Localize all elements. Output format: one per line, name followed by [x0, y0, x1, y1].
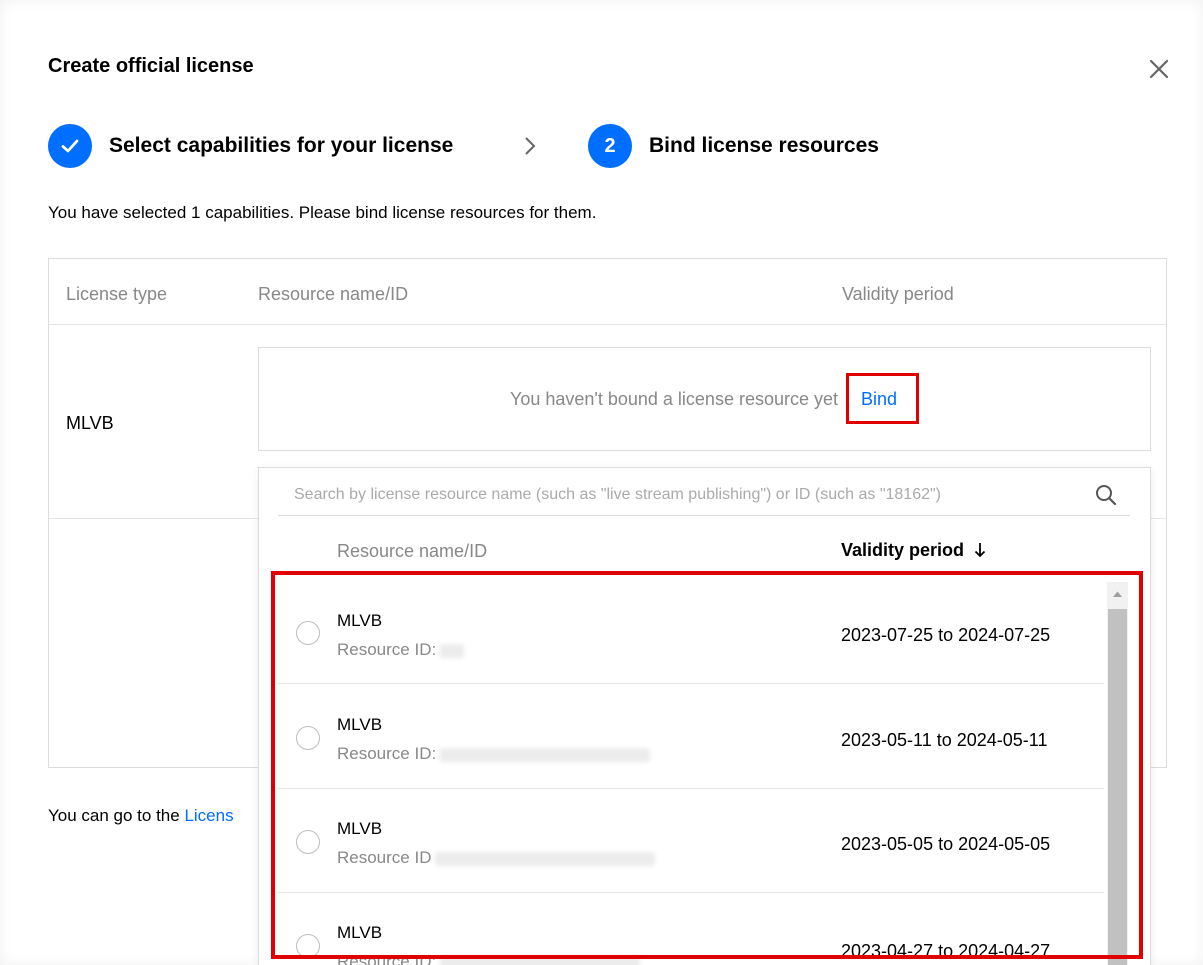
resource-radio[interactable] — [296, 934, 320, 958]
step-2-number: 2 — [588, 124, 632, 168]
stepper: Select capabilities for your license 2 B… — [48, 124, 948, 168]
table-header-divider — [49, 324, 1166, 325]
resource-id-label: Resource ID: — [337, 744, 437, 763]
resource-id: Resource ID: — [337, 952, 641, 965]
resource-id-redacted — [440, 747, 651, 762]
resource-row[interactable]: MLVB Resource ID: 2023-04-27 to 2024-04-… — [277, 893, 1104, 965]
resource-id: Resource ID: — [337, 640, 465, 660]
table-row-divider — [49, 518, 259, 519]
resource-radio[interactable] — [296, 830, 320, 854]
table-row-divider-right — [1151, 518, 1167, 519]
resource-id: Resource ID: — [337, 744, 651, 764]
license-type-cell: MLVB — [66, 413, 114, 433]
resource-search-input[interactable] — [278, 475, 1078, 515]
resource-radio[interactable] — [296, 621, 320, 645]
th-license-type: License type — [66, 284, 168, 304]
resource-list: MLVB Resource ID: 2023-07-25 to 2024-07-… — [277, 580, 1104, 965]
th-validity-period: Validity period — [842, 284, 954, 304]
footer-text: You can go to the Licens — [48, 806, 234, 826]
search-underline — [278, 515, 1130, 516]
resource-row[interactable]: MLVB Resource ID: 2023-05-11 to 2024-05-… — [277, 685, 1104, 789]
step-1-check-icon — [48, 124, 92, 168]
resource-validity: 2023-05-05 to 2024-05-05 — [841, 834, 1051, 854]
resource-validity: 2023-04-27 to 2024-04-27 — [841, 941, 1051, 961]
scrollbar-thumb[interactable] — [1108, 609, 1127, 965]
resource-id-redacted — [440, 955, 641, 965]
close-icon[interactable] — [1148, 58, 1170, 80]
resource-id-label: Resource ID: — [337, 640, 437, 659]
dropdown-th-validity[interactable]: Validity period — [841, 540, 988, 561]
th-resource-name: Resource name/ID — [258, 284, 409, 304]
intro-text: You have selected 1 capabilities. Please… — [48, 203, 597, 222]
bind-link[interactable]: Bind — [861, 389, 897, 410]
sort-down-arrow-icon — [974, 543, 986, 558]
resource-radio[interactable] — [296, 726, 320, 750]
resource-name: MLVB — [337, 715, 383, 734]
resource-validity: 2023-05-11 to 2024-05-11 — [841, 730, 1048, 750]
resource-validity: 2023-07-25 to 2024-07-25 — [841, 625, 1051, 645]
dialog-title: Create official license — [48, 55, 254, 77]
dropdown-th-name: Resource name/ID — [337, 541, 488, 561]
resource-id-redacted — [435, 851, 656, 866]
step-2-label: Bind license resources — [649, 134, 879, 157]
resource-row[interactable]: MLVB Resource ID 2023-05-05 to 2024-05-0… — [277, 789, 1104, 893]
resource-id-label: Resource ID: — [337, 952, 437, 965]
resource-id-label: Resource ID — [337, 848, 432, 867]
footer-prefix: You can go to the — [48, 806, 180, 825]
resource-row[interactable]: MLVB Resource ID: 2023-07-25 to 2024-07-… — [277, 580, 1104, 684]
empty-binding-message: You haven't bound a license resource yet — [510, 389, 838, 409]
resource-id-redacted — [440, 643, 465, 658]
resource-name: MLVB — [337, 819, 383, 838]
scroll-up-arrow-icon[interactable] — [1107, 582, 1128, 606]
step-1-label: Select capabilities for your license — [109, 134, 454, 157]
resource-id: Resource ID — [337, 848, 656, 868]
search-icon[interactable] — [1094, 483, 1118, 507]
chevron-right-icon — [525, 137, 536, 155]
resource-name: MLVB — [337, 611, 383, 630]
resource-name: MLVB — [337, 923, 383, 942]
dropdown-th-validity-label: Validity period — [841, 540, 965, 560]
footer-license-link[interactable]: Licens — [184, 806, 233, 825]
